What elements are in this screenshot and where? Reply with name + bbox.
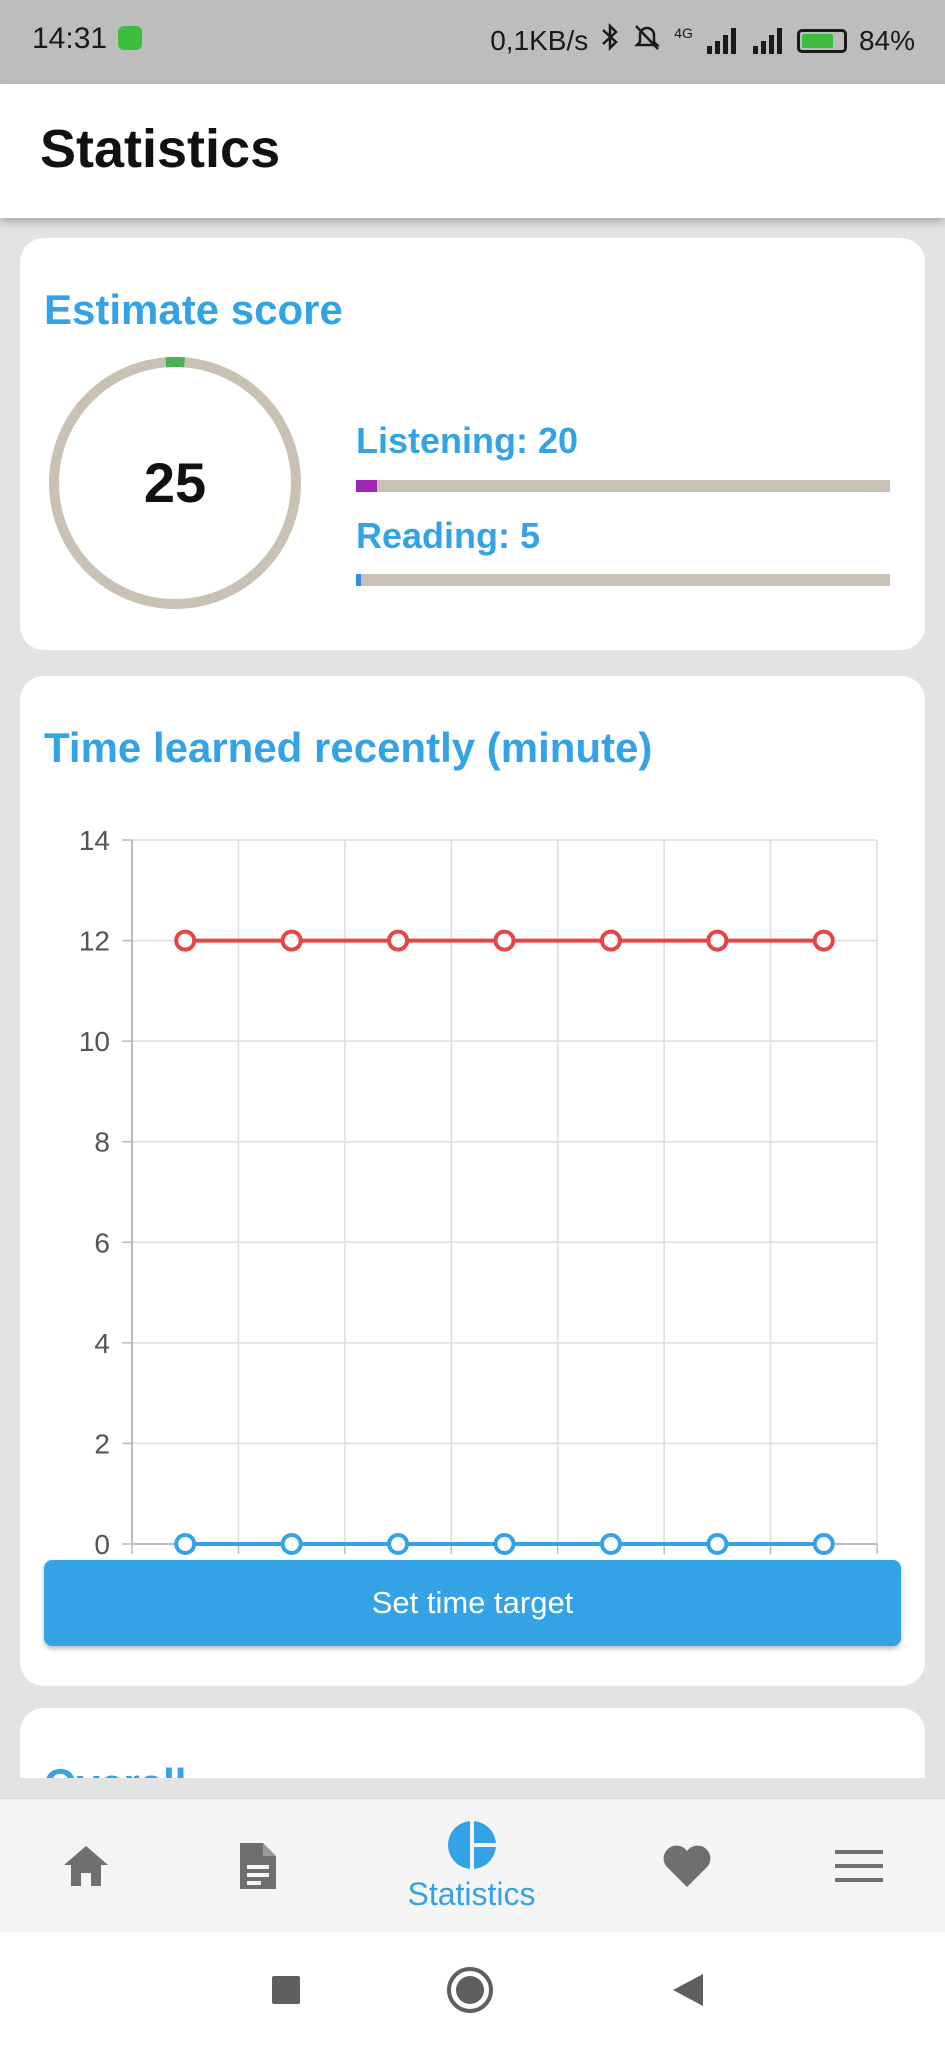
data-point	[387, 929, 410, 952]
recents-button[interactable]	[258, 1962, 314, 2018]
listening-progress-bar	[356, 480, 890, 492]
y-tick-label: 10	[79, 1026, 110, 1057]
y-tick-label: 12	[79, 926, 110, 957]
overall-title: Overall	[44, 1760, 186, 1778]
pie-chart-icon	[447, 1819, 497, 1870]
status-time: 14:31	[32, 22, 108, 55]
data-point	[706, 1533, 729, 1555]
nav-statistics[interactable]: Statistics	[399, 1799, 544, 1933]
recents-icon	[272, 1976, 300, 2004]
status-bar: 14:31 0,1KB/s 4G 84%	[0, 0, 945, 84]
data-point	[812, 929, 835, 952]
menu-icon	[835, 1850, 883, 1882]
back-button[interactable]	[660, 1962, 716, 2018]
nav-menu[interactable]	[799, 1799, 919, 1933]
bluetooth-icon	[600, 22, 620, 59]
nav-home[interactable]	[26, 1799, 146, 1933]
y-tick-label: 4	[94, 1328, 110, 1359]
data-point	[493, 929, 516, 952]
network-type: 4G	[674, 24, 693, 41]
page-title: Statistics	[40, 119, 281, 179]
time-learned-chart: 02468101214T2T3T4T5T6T7Today	[79, 825, 878, 1556]
set-time-target-button[interactable]: Set time target	[44, 1560, 901, 1646]
y-tick-label: 14	[79, 825, 110, 856]
estimate-score-title: Estimate score	[44, 286, 343, 333]
data-point	[174, 1533, 197, 1555]
listening-progress-fill	[356, 480, 378, 492]
reading-label: Reading: 5	[356, 515, 541, 556]
data-point	[387, 1533, 410, 1555]
back-icon	[673, 1974, 703, 2006]
bottom-navigation: Statistics	[0, 1798, 945, 1933]
signal-icon-1	[705, 27, 739, 54]
data-point	[706, 929, 729, 952]
listening-label: Listening: 20	[356, 420, 579, 461]
data-point	[812, 1533, 835, 1555]
home-icon	[64, 1846, 108, 1886]
nav-statistics-label: Statistics	[407, 1875, 536, 1912]
nav-favorites[interactable]	[627, 1799, 747, 1933]
data-point	[174, 929, 197, 952]
document-icon	[240, 1843, 276, 1889]
mute-icon	[632, 22, 662, 59]
overall-card: Overall	[20, 1708, 925, 1778]
y-tick-label: 2	[94, 1428, 110, 1459]
estimate-score-card: Estimate score 25 Listening: 20 Reading:…	[20, 238, 925, 650]
app-notification-icon	[118, 26, 142, 50]
data-point	[493, 1533, 516, 1555]
system-home-button[interactable]	[442, 1962, 498, 2018]
system-navigation-bar	[0, 1932, 945, 2048]
heart-icon	[663, 1845, 711, 1887]
data-point	[280, 1533, 303, 1555]
data-point	[599, 929, 622, 952]
battery-icon	[796, 28, 847, 53]
y-tick-label: 8	[94, 1127, 110, 1158]
content-scroll[interactable]: Estimate score 25 Listening: 20 Reading:…	[0, 218, 945, 1778]
status-right: 0,1KB/s 4G 84%	[490, 22, 915, 59]
battery-level: 84%	[858, 24, 915, 56]
y-tick-label: 0	[94, 1529, 110, 1556]
app-bar: Statistics	[0, 84, 945, 218]
reading-progress-bar	[356, 574, 890, 586]
time-learned-card: Time learned recently (minute) 0 2 4 6 8 10 12…	[20, 676, 925, 1686]
y-tick-label: 6	[94, 1227, 110, 1258]
home-circle-icon	[447, 1967, 493, 2013]
data-point	[280, 929, 303, 952]
net-speed: 0,1KB/s	[490, 24, 589, 56]
signal-icon-2	[751, 27, 785, 54]
nav-documents[interactable]	[197, 1799, 317, 1933]
reading-progress-fill	[356, 574, 362, 586]
estimate-score-value: 25	[143, 451, 207, 514]
data-point	[599, 1533, 622, 1555]
